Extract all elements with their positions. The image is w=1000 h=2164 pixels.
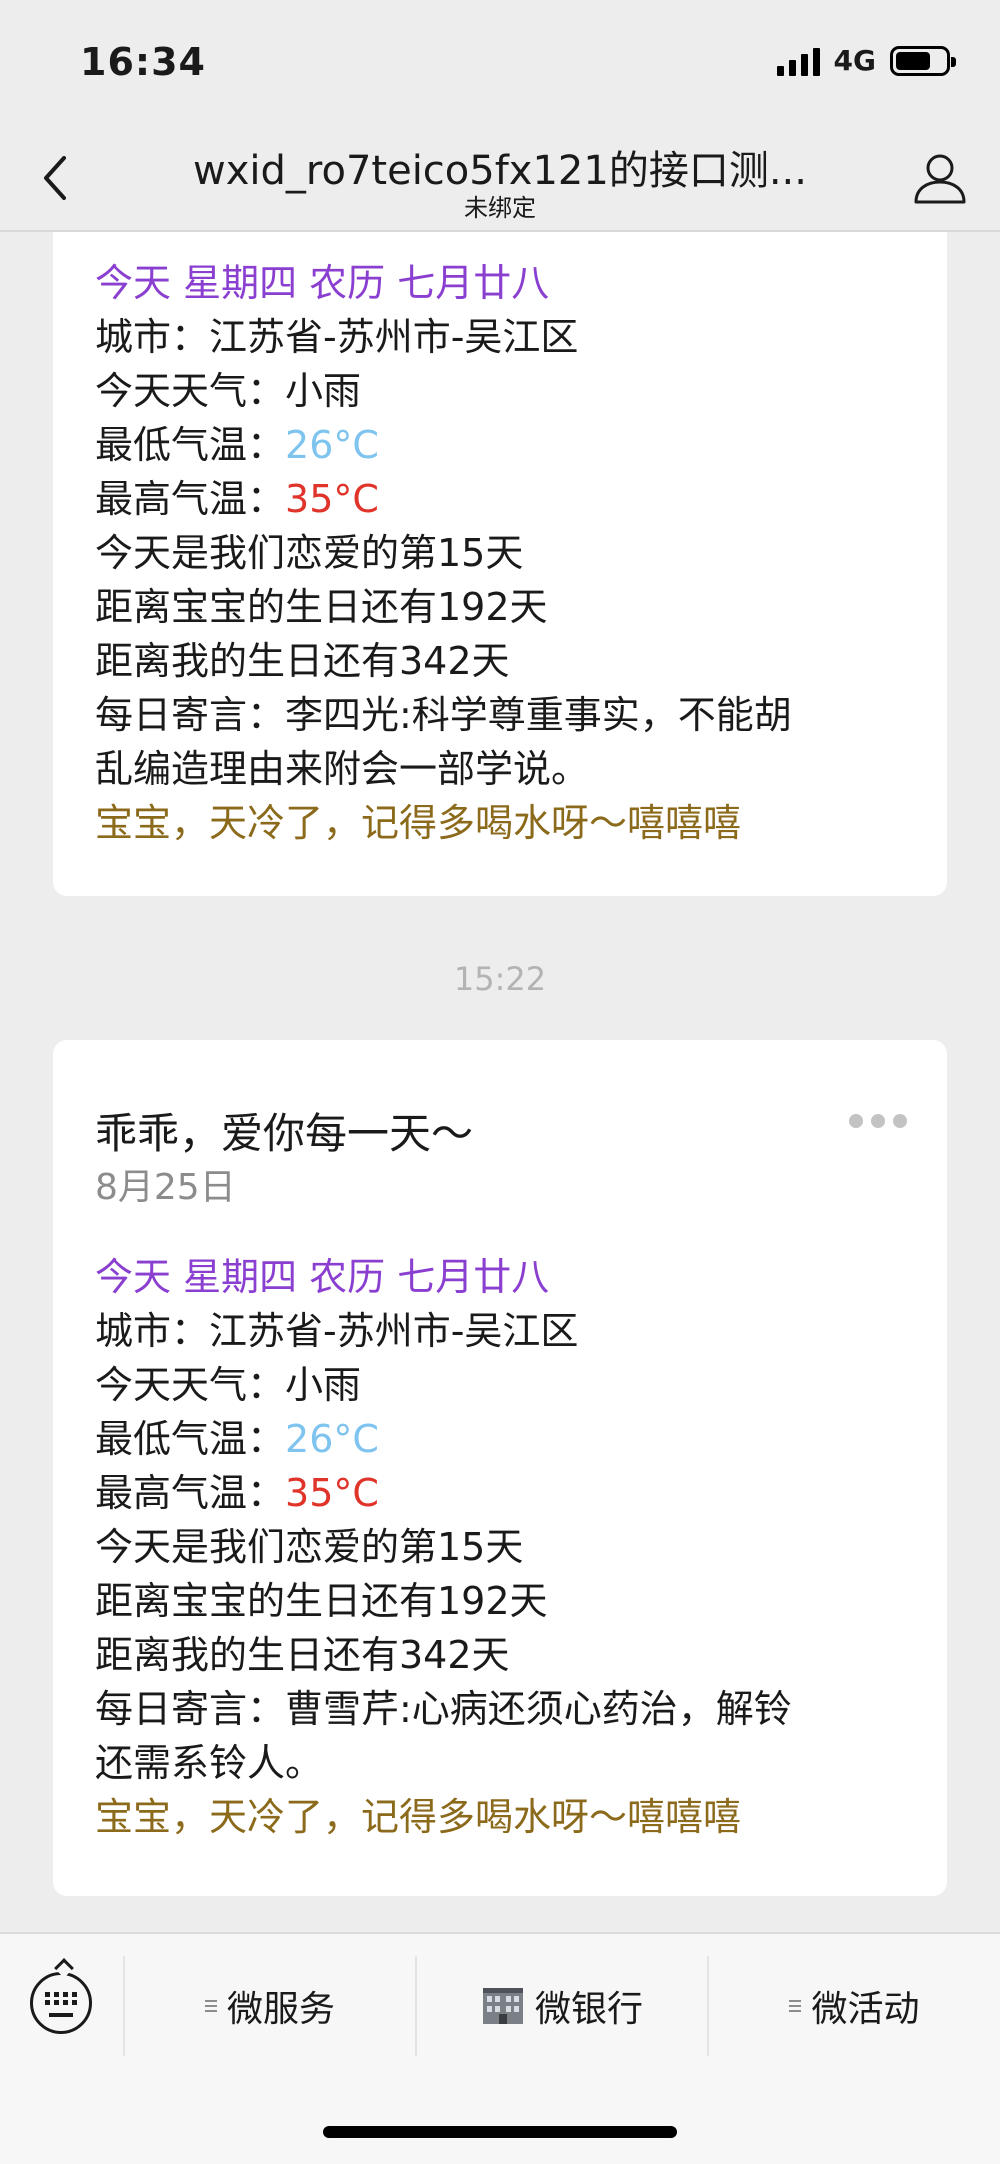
message-timestamp: 15:22 (453, 960, 547, 998)
card-date: 8月25日 (95, 1167, 236, 1208)
menu-lines-icon (204, 2000, 217, 2012)
low-temp-label: 最低气温： (95, 1417, 286, 1461)
nav-bar: wxid_ro7teico5fx121的接口测... 未绑定 (0, 124, 1000, 232)
city-line: 城市：江苏省-苏州市-吴江区 (95, 315, 579, 359)
high-temp-label: 最高气温： (95, 477, 286, 521)
high-temp-value: 35°C (285, 1471, 379, 1515)
love-days-line: 今天是我们恋爱的第15天 (95, 531, 524, 575)
weather-line: 今天天气：小雨 (95, 1363, 362, 1407)
menu-item-label: 微服务 (226, 1989, 335, 2030)
page-subtitle: 未绑定 (464, 194, 536, 222)
low-temp-line: 最低气温：26°C (95, 418, 792, 472)
card-title: 乖乖，爱你每一天～ (95, 1109, 474, 1158)
quote-line-1: 每日寄言：李四光:科学尊重事实，不能胡 (95, 693, 792, 737)
menu-item-service[interactable]: 微服务 (125, 1956, 415, 2056)
high-temp-value: 35°C (285, 477, 379, 521)
low-temp-label: 最低气温： (95, 423, 286, 467)
menu-item-label: 微活动 (811, 1989, 920, 2030)
status-indicators: 4G (776, 44, 956, 77)
menu-lines-icon (789, 2000, 802, 2012)
menu-item-activity[interactable]: 微活动 (709, 1956, 1000, 2056)
more-icon[interactable] (849, 1114, 907, 1128)
message-card[interactable]: 今天 星期四 农历 七月廿八 城市：江苏省-苏州市-吴江区 今天天气：小雨 最低… (53, 232, 947, 896)
profile-icon[interactable] (910, 148, 970, 208)
high-temp-label: 最高气温： (95, 1471, 286, 1515)
menu-item-label: 微银行 (534, 1989, 643, 2030)
baby-birthday-line: 距离宝宝的生日还有192天 (95, 1579, 548, 1623)
keyboard-icon[interactable] (30, 1958, 92, 2034)
my-birthday-line: 距离我的生日还有342天 (95, 1633, 510, 1677)
status-bar: 16:34 4G (0, 0, 1000, 124)
battery-icon (890, 45, 956, 76)
message-body: 今天 星期四 农历 七月廿八 城市：江苏省-苏州市-吴江区 今天天气：小雨 最低… (95, 256, 792, 850)
weather-line: 今天天气：小雨 (95, 369, 362, 413)
menu-item-bank[interactable]: 微银行 (417, 1956, 707, 2056)
city-line: 城市：江苏省-苏州市-吴江区 (95, 1309, 579, 1353)
high-temp-line: 最高气温：35°C (95, 1466, 792, 1520)
my-birthday-line: 距离我的生日还有342天 (95, 639, 510, 683)
love-days-line: 今天是我们恋爱的第15天 (95, 1525, 524, 1569)
high-temp-line: 最高气温：35°C (95, 472, 792, 526)
quote-line-2: 还需系铃人。 (95, 1741, 324, 1785)
lunar-date-line: 今天 星期四 农历 七月廿八 (95, 1255, 550, 1299)
reminder-line: 宝宝，天冷了，记得多喝水呀～嘻嘻嘻 (95, 1795, 742, 1839)
home-indicator (323, 2126, 677, 2138)
low-temp-line: 最低气温：26°C (95, 1412, 792, 1466)
low-temp-value: 26°C (285, 423, 379, 467)
message-body: 今天 星期四 农历 七月廿八 城市：江苏省-苏州市-吴江区 今天天气：小雨 最低… (95, 1250, 792, 1844)
bank-building-icon (482, 1988, 523, 2024)
status-time: 16:34 (80, 40, 206, 84)
quote-line-1: 每日寄言：曹雪芹:心病还须心药治，解铃 (95, 1687, 792, 1731)
quote-line-2: 乱编造理由来附会一部学说。 (95, 747, 590, 791)
reminder-line: 宝宝，天冷了，记得多喝水呀～嘻嘻嘻 (95, 801, 742, 845)
network-type: 4G (833, 44, 876, 77)
message-card[interactable]: 乖乖，爱你每一天～ 8月25日 今天 星期四 农历 七月廿八 城市：江苏省-苏州… (53, 1040, 947, 1896)
signal-icon (776, 46, 820, 76)
baby-birthday-line: 距离宝宝的生日还有192天 (95, 585, 548, 629)
lunar-date-line: 今天 星期四 农历 七月廿八 (95, 261, 550, 305)
low-temp-value: 26°C (285, 1417, 379, 1461)
